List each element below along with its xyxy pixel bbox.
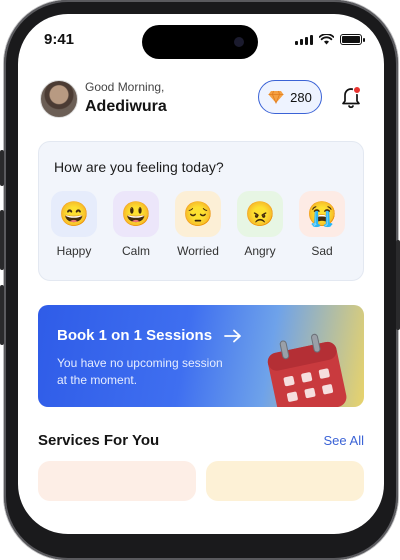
- book-session-card[interactable]: Book 1 on 1 Sessions You have no upcomin…: [38, 305, 364, 407]
- mood-option-sad[interactable]: 😭 Sad: [299, 191, 345, 258]
- camera-icon: [234, 37, 244, 47]
- mood-option-calm[interactable]: 😃 Calm: [113, 191, 159, 258]
- session-title: Book 1 on 1 Sessions: [57, 327, 213, 344]
- side-button: [0, 150, 4, 186]
- mood-option-happy[interactable]: 😄 Happy: [51, 191, 97, 258]
- arrow-right-icon: [224, 329, 241, 342]
- username: Adediwura: [85, 98, 167, 115]
- calm-emoji-icon: 😃: [113, 191, 159, 237]
- mood-label: Angry: [244, 244, 276, 258]
- session-title-row: Book 1 on 1 Sessions: [57, 327, 242, 344]
- diamond-icon: [268, 90, 284, 104]
- mood-question: How are you feeling today?: [54, 159, 224, 175]
- sad-emoji-icon: 😭: [299, 191, 345, 237]
- bell-icon[interactable]: [340, 84, 362, 110]
- angry-emoji-icon: 😠: [237, 191, 283, 237]
- mood-label: Calm: [121, 244, 150, 258]
- mood-options: 😄 Happy 😃 Calm 😔 Worried 😠 Angry 😭 Sad: [51, 191, 345, 258]
- status-icons: [295, 34, 365, 45]
- mood-label: Worried: [177, 244, 219, 258]
- avatar[interactable]: [40, 80, 78, 118]
- side-button: [396, 240, 400, 330]
- see-all-link[interactable]: See All: [324, 433, 364, 448]
- side-button: [0, 210, 4, 270]
- session-description: You have no upcoming session at the mome…: [57, 356, 223, 387]
- services-title: Services For You: [38, 432, 160, 449]
- service-card[interactable]: [38, 461, 196, 501]
- points-value: 280: [290, 89, 312, 105]
- worried-emoji-icon: 😔: [175, 191, 221, 237]
- wifi-icon: [319, 34, 334, 45]
- status-bar: 9:41: [18, 14, 384, 66]
- battery-icon: [340, 34, 365, 45]
- service-card[interactable]: [206, 461, 364, 501]
- header: Good Morning, Adediwura 280: [40, 78, 362, 128]
- mood-check-card: How are you feeling today? 😄 Happy 😃 Cal…: [38, 141, 364, 281]
- app-screen: 9:41 Good Morning, Adediwura 280 How are…: [18, 14, 384, 534]
- side-button: [0, 285, 4, 345]
- mood-option-angry[interactable]: 😠 Angry: [237, 191, 283, 258]
- mood-label: Sad: [311, 244, 333, 258]
- happy-emoji-icon: 😄: [51, 191, 97, 237]
- mood-option-worried[interactable]: 😔 Worried: [175, 191, 221, 258]
- services-header: Services For You See All: [38, 432, 364, 454]
- points-badge[interactable]: 280: [258, 80, 322, 114]
- greeting-text: Good Morning,: [85, 80, 165, 94]
- calendar-icon: [267, 333, 347, 407]
- status-time: 9:41: [44, 31, 75, 48]
- dynamic-island: [142, 25, 258, 59]
- mood-label: Happy: [56, 244, 92, 258]
- signal-icon: [295, 34, 313, 45]
